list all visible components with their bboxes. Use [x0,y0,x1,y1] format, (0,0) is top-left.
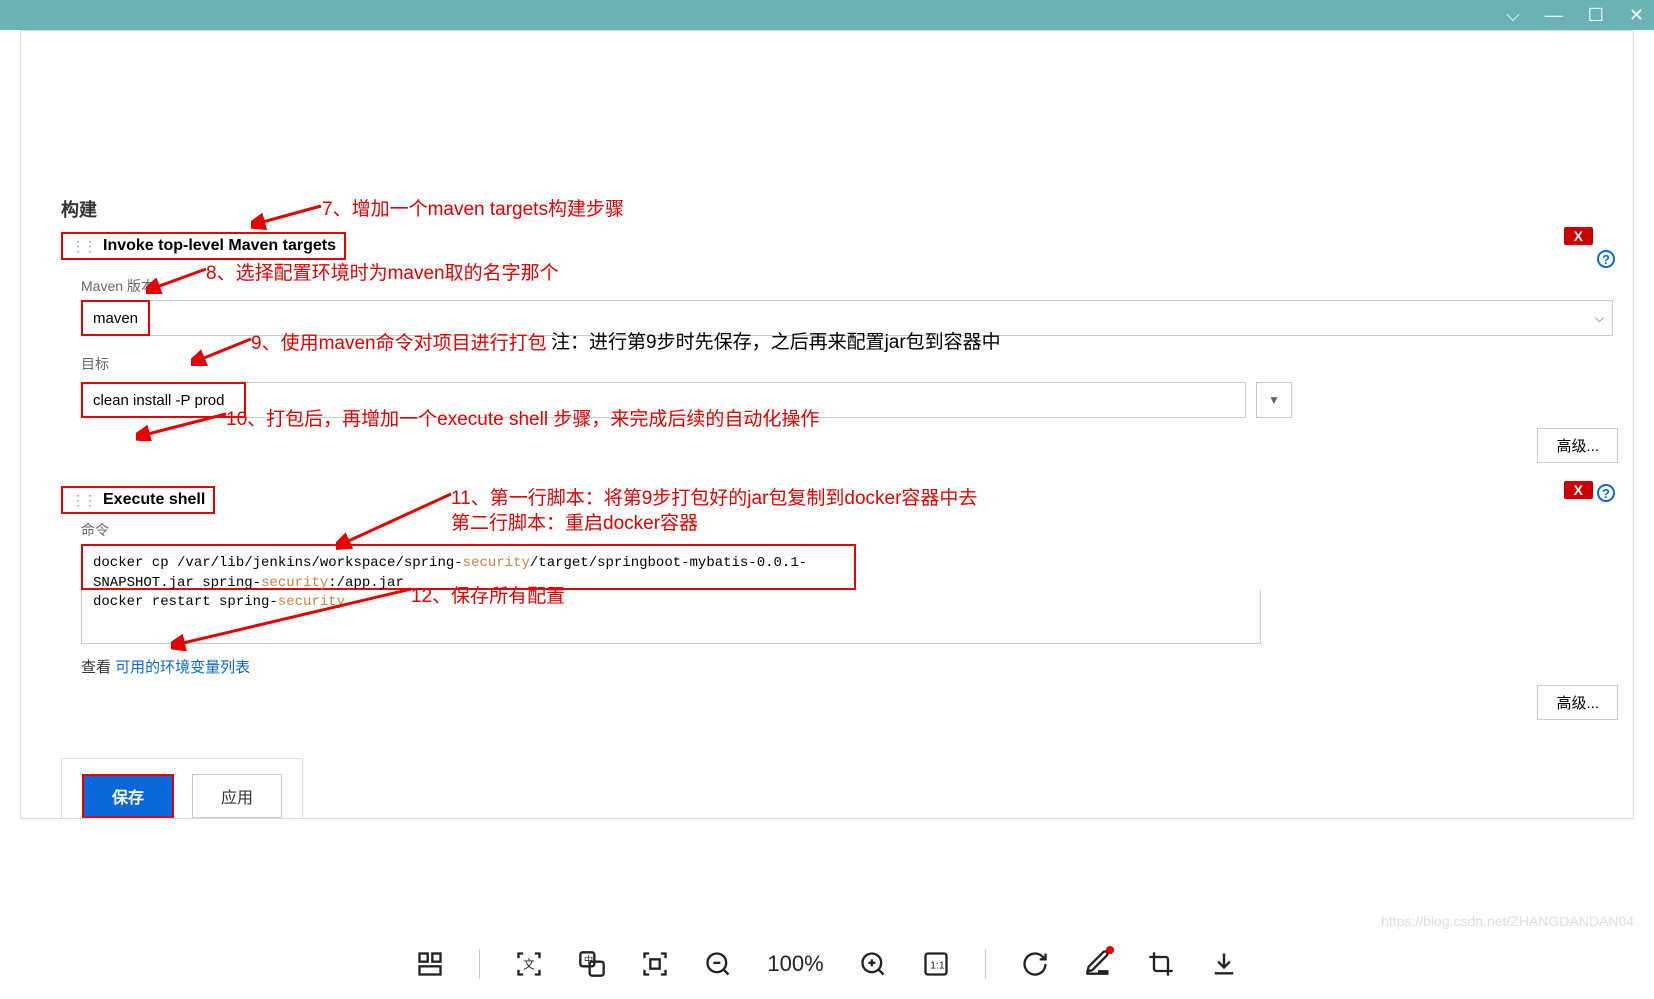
maven-build-step-header: ⋮⋮ Invoke top-level Maven targets [61,232,346,260]
translate-icon[interactable]: 中 [578,950,606,978]
viewer-toolbar: 文 中 100% 1:1 [0,929,1654,999]
maven-step-title: Invoke top-level Maven targets [103,237,336,255]
rotate-icon[interactable] [1021,950,1049,978]
actual-size-icon[interactable]: 1:1 [922,950,950,978]
expand-button[interactable]: ▼ [1256,382,1292,418]
annotation-7: 7、增加一个maven targets构建步骤 [322,194,624,221]
help-icon[interactable]: ? [1597,484,1615,502]
close-icon[interactable]: ✕ [1629,5,1644,26]
zoom-in-icon[interactable] [859,950,887,978]
annotation-11-line2: 第二行脚本：重启docker容器 [451,508,698,535]
env-vars-link-row: 查看 可用的环境变量列表 [81,656,1633,677]
apply-button[interactable]: 应用 [192,774,282,818]
window-content: 构建 7、增加一个maven targets构建步骤 ⋮⋮ Invoke top… [20,30,1634,819]
annotation-9: 9、使用maven命令对项目进行打包 [251,328,547,355]
help-icon[interactable]: ? [1597,250,1615,268]
dropdown-icon[interactable]: ⌵ [1506,5,1520,26]
chevron-down-icon[interactable]: ⌵ [1595,311,1604,326]
svg-text:文: 文 [524,958,536,972]
ocr-icon[interactable]: 文 [515,950,543,978]
section-title: 构建 [61,196,1633,222]
svg-text:中: 中 [584,954,593,965]
maven-version-select[interactable]: maven [81,300,150,336]
shell-advanced-button[interactable]: 高级... [1537,685,1618,720]
delete-shell-step-button[interactable]: X [1564,481,1593,499]
goals-label: 目标 [81,354,1633,374]
env-vars-link[interactable]: 可用的环境变量列表 [115,659,250,676]
minimize-icon[interactable]: — [1545,5,1563,26]
shell-step-title: Execute shell [103,491,205,509]
drag-handle-icon[interactable]: ⋮⋮ [71,238,95,255]
svg-text:1:1: 1:1 [930,960,945,972]
shell-build-step-header: ⋮⋮ Execute shell [61,486,215,514]
maximize-icon[interactable]: ☐ [1588,5,1604,26]
fit-screen-icon[interactable] [641,950,669,978]
divider [479,949,480,979]
watermark: https://blog.csdn.net/ZHANGDANDAN04 [1381,913,1634,929]
download-icon[interactable] [1210,950,1238,978]
titlebar: ⌵ — ☐ ✕ [0,0,1654,30]
grid-view-icon[interactable] [416,950,444,978]
annotation-11-line1: 11、第一行脚本：将第9步打包好的jar包复制到docker容器中去 [451,483,977,510]
zoom-level: 100% [767,951,823,977]
crop-icon[interactable] [1147,950,1175,978]
annotation-10: 10、打包后，再增加一个execute shell 步骤，来完成后续的自动化操作 [226,404,819,431]
save-button[interactable]: 保存 [82,774,174,818]
drag-handle-icon[interactable]: ⋮⋮ [71,492,95,509]
zoom-out-icon[interactable] [704,950,732,978]
notification-dot-icon [1106,946,1114,954]
annotation-8: 8、选择配置环境时为maven取的名字那个 [206,258,559,285]
annotation-9-note: 注：进行第9步时先保存，之后再来配置jar包到容器中 [551,327,1001,354]
command-label: 命令 [81,520,1633,540]
delete-maven-step-button[interactable]: X [1564,227,1593,245]
annotation-12: 12、保存所有配置 [411,581,565,608]
maven-advanced-button[interactable]: 高级... [1537,428,1618,463]
divider [985,949,986,979]
goals-input[interactable]: clean install -P prod [81,382,246,418]
button-row: 保存 应用 [61,758,303,818]
